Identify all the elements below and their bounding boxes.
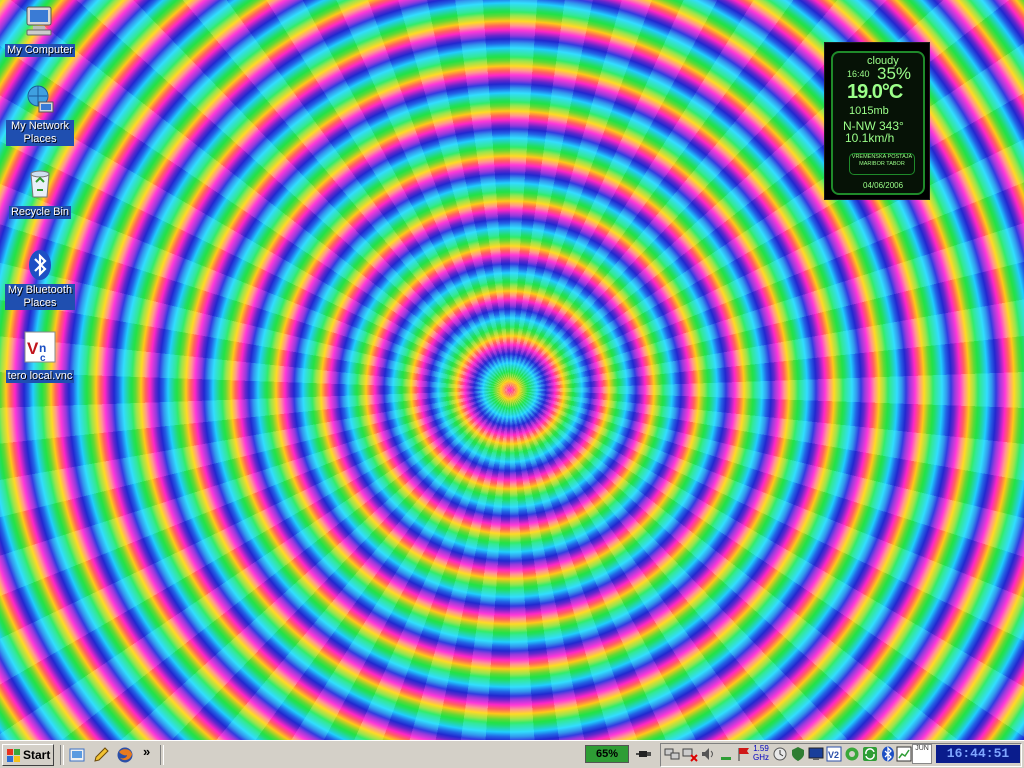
monitor-icon[interactable] bbox=[808, 746, 824, 762]
taskbar: Start » 65% 1.59 GHz V2 JUN 16:44:51 bbox=[0, 740, 1024, 768]
calendar-icon[interactable]: JUN bbox=[912, 744, 932, 764]
bluetooth-tray-icon[interactable] bbox=[880, 746, 896, 762]
weather-wind-speed: 10.1km/h bbox=[845, 131, 895, 145]
svg-text:c: c bbox=[40, 353, 46, 364]
quicklaunch-more-button[interactable]: » bbox=[143, 744, 150, 759]
green-circle-icon[interactable] bbox=[844, 746, 860, 762]
clock[interactable]: 16:44:51 bbox=[936, 745, 1020, 763]
power-plug-icon[interactable] bbox=[636, 746, 652, 762]
start-button[interactable]: Start bbox=[2, 744, 54, 766]
computer-icon bbox=[26, 6, 52, 36]
recycle-bin-icon bbox=[30, 170, 50, 198]
desktop-icon-label: Recycle Bin bbox=[8, 206, 72, 219]
desktop-icon-network-places[interactable]: My Network Places bbox=[0, 84, 80, 147]
desktop-icon-my-computer[interactable]: My Computer bbox=[0, 4, 80, 58]
network-icon bbox=[27, 85, 54, 113]
network-connection-icon[interactable] bbox=[664, 746, 680, 762]
chart-app-icon[interactable] bbox=[896, 746, 912, 762]
weather-time: 16:40 bbox=[847, 69, 870, 79]
weather-station-label: VREMENSKA POSTAJA MARIBOR TABOR bbox=[849, 153, 915, 175]
pencil-icon[interactable] bbox=[92, 746, 110, 764]
cpu-speed-indicator[interactable]: 1.59 GHz bbox=[752, 744, 770, 762]
desktop-icon-bluetooth-places[interactable]: My Bluetooth Places bbox=[0, 248, 80, 311]
clock-utility-icon[interactable] bbox=[772, 746, 788, 762]
battery-meter[interactable]: 65% bbox=[585, 745, 629, 763]
desktop-icon-label: tero local.vnc bbox=[5, 370, 75, 383]
speaker-icon[interactable] bbox=[700, 746, 716, 762]
desktop-icon-vnc-file[interactable]: V n c tero local.vnc bbox=[0, 330, 80, 384]
svg-text:V: V bbox=[27, 339, 39, 358]
bluetooth-icon bbox=[29, 250, 51, 280]
weather-pressure: 1015mb bbox=[849, 105, 889, 117]
vnc-tray-icon[interactable]: V2 bbox=[826, 746, 842, 762]
start-label: Start bbox=[23, 748, 51, 762]
weather-temperature: 19.0°C bbox=[847, 81, 903, 103]
network-disconnected-icon[interactable] bbox=[682, 746, 698, 762]
weather-date: 04/06/2006 bbox=[863, 181, 904, 190]
taskbar-separator bbox=[60, 745, 64, 765]
vnc-icon: V n c bbox=[24, 331, 56, 364]
desktop-icon-recycle-bin[interactable]: Recycle Bin bbox=[0, 166, 80, 220]
security-shield-icon[interactable] bbox=[790, 746, 806, 762]
signal-bar-icon[interactable] bbox=[718, 746, 734, 762]
svg-text:V2: V2 bbox=[828, 750, 839, 760]
windows-logo-icon bbox=[7, 749, 20, 762]
desktop-icon-label: My Network Places bbox=[6, 120, 74, 146]
taskbar-separator bbox=[160, 745, 164, 765]
desktop-icon-label: My Bluetooth Places bbox=[5, 284, 75, 310]
firefox-icon[interactable] bbox=[116, 746, 134, 764]
sync-icon[interactable] bbox=[862, 746, 878, 762]
weather-widget[interactable]: cloudy 16:40 35% 19.0°C 1015mb N-NW 343°… bbox=[824, 42, 930, 200]
flag-icon[interactable] bbox=[736, 746, 752, 762]
desktop-icon-label: My Computer bbox=[4, 44, 76, 57]
weather-panel: cloudy 16:40 35% 19.0°C 1015mb N-NW 343°… bbox=[831, 51, 925, 195]
show-desktop-icon[interactable] bbox=[68, 746, 86, 764]
